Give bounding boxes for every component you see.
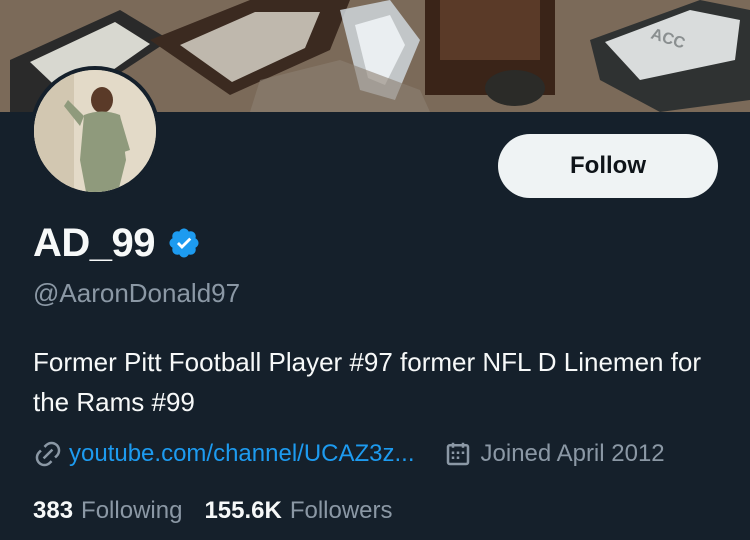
profile-link-text[interactable]: youtube.com/channel/UCAZ3z... — [69, 440, 415, 468]
followers-count: 155.6K — [204, 497, 282, 524]
following-link[interactable]: 383 Following — [33, 497, 182, 525]
followers-link[interactable]: 155.6K Followers — [204, 497, 392, 525]
following-count: 383 — [33, 497, 74, 524]
followers-label: Followers — [289, 497, 393, 524]
profile-link[interactable]: youtube.com/channel/UCAZ3z... — [33, 439, 415, 469]
verified-badge-icon[interactable] — [167, 226, 201, 260]
calendar-icon — [443, 439, 473, 469]
follow-button[interactable]: Follow — [498, 134, 718, 198]
name-row: AD_99 — [33, 220, 201, 266]
joined-text: Joined April 2012 — [480, 440, 665, 467]
user-handle: @AaronDonald97 — [33, 278, 241, 308]
link-icon — [33, 439, 63, 469]
profile-meta: youtube.com/channel/UCAZ3z... Joined Apr… — [33, 436, 665, 472]
joined-date: Joined April 2012 — [443, 439, 665, 469]
display-name: AD_99 — [33, 220, 156, 265]
following-label: Following — [81, 497, 183, 524]
profile-bio: Former Pitt Football Player #97 former N… — [33, 347, 702, 417]
profile-avatar[interactable] — [30, 66, 160, 196]
profile-stats: 383 Following 155.6K Followers — [33, 494, 415, 528]
avatar-image — [34, 70, 156, 192]
